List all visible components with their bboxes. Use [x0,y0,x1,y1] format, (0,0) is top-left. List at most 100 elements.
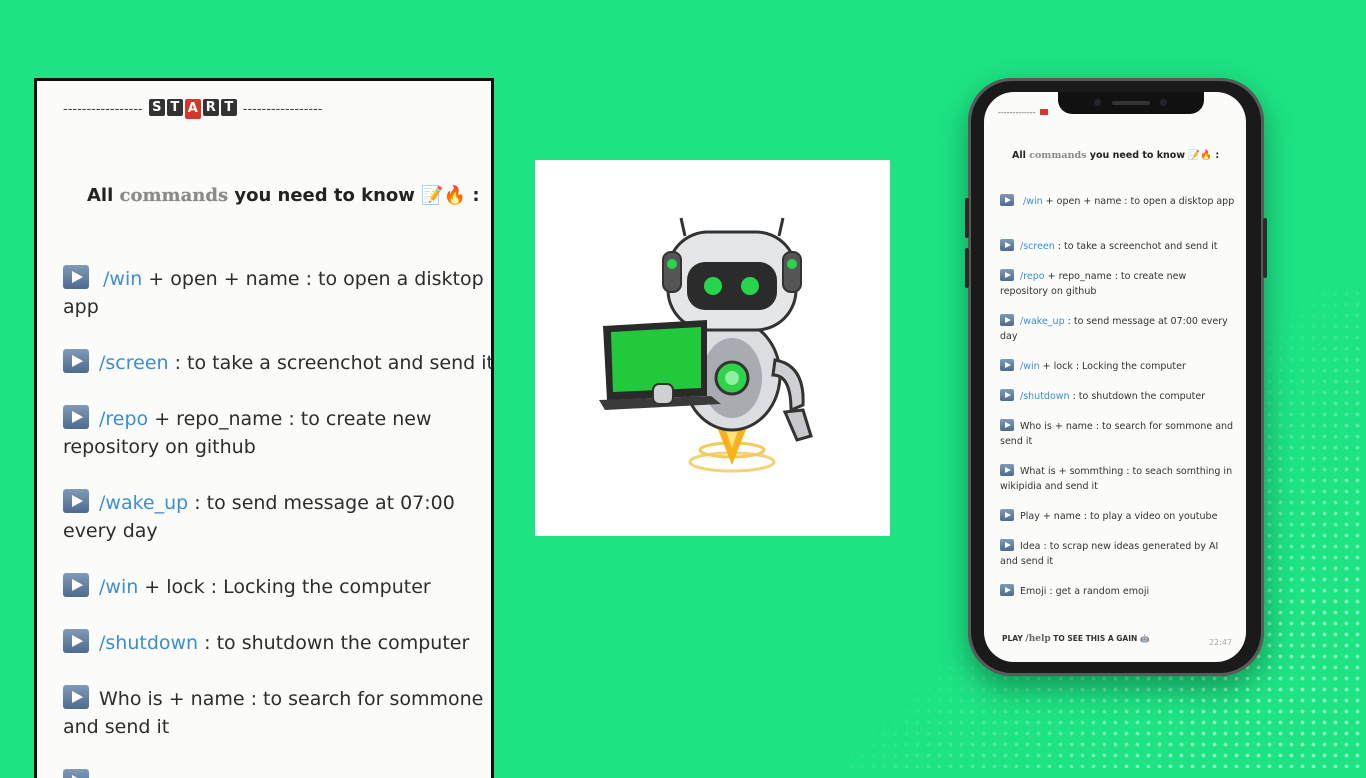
command-description: + open + name : to open a disktop app [1042,196,1235,207]
headline-keyword: commands [1029,150,1087,161]
command-item: /repo + repo_name : to create new reposi… [63,405,491,461]
start-letter: S [148,99,165,116]
command-link[interactable]: /win [1023,196,1043,207]
memo-fire-emoji: 📝🔥 [1188,150,1213,161]
command-item: /shutdown : to shutdown the computer [63,629,491,657]
headline-text: All [87,185,120,206]
play-icon [1000,269,1014,281]
play-icon [63,349,89,373]
play-icon [63,265,89,289]
start-letter: T [166,99,183,116]
camera-icon [1094,99,1101,106]
start-letters: S T A R T [148,99,237,119]
command-description: Idea : to scrap new ideas generated by A… [1000,541,1219,567]
phone-screen[interactable]: ------------- All commands you need to k… [984,92,1246,662]
play-icon [1000,419,1014,431]
play-icon [63,573,89,597]
command-item: What is + sommthing : to seach somthing … [1000,464,1236,494]
play-icon [1000,539,1014,551]
play-icon [1000,359,1014,371]
sensor-icon [1160,99,1167,106]
play-icon [63,769,89,778]
memo-fire-emoji: 📝🔥 [421,185,467,206]
message-timestamp: 22:47 [1208,638,1232,647]
start-letter: A [184,99,201,119]
robot-emoji: 🤖 [1139,634,1150,643]
command-item: /win + lock : Locking the computer [63,573,491,601]
command-item: Who is + name : to search for sommone an… [1000,419,1236,449]
command-item: /repo + repo_name : to create new reposi… [1000,269,1236,299]
phone-mockup: ------------- All commands you need to k… [965,78,1267,676]
start-banner: ------------- [998,108,1048,117]
footer-text: TO SEE THIS A GAIN [1050,634,1138,643]
footer-text: PLAY [1002,634,1026,643]
start-banner: ----------------- S T A R T ------------… [63,99,323,119]
command-link[interactable]: /shutdown [1020,391,1070,402]
play-icon [1000,239,1014,251]
help-command-link[interactable]: /help [1025,634,1050,644]
start-letters-partial [1039,109,1048,115]
command-description: : to shutdown the computer [198,632,470,654]
command-item: /win + lock : Locking the computer [1000,359,1236,374]
play-icon [63,489,89,513]
play-icon [1000,389,1014,401]
command-item: /wake_up : to send message at 07:00 ever… [1000,314,1236,344]
robot-illustration-card [535,160,890,536]
play-icon [1000,584,1014,596]
command-item: /win + open + name : to open a disktop a… [1000,194,1236,209]
command-description: : to shutdown the computer [1069,391,1206,402]
volume-button [965,198,969,238]
command-description: Play + name : to play a video on youtube [1020,511,1218,522]
play-icon [63,405,89,429]
command-link[interactable]: /wake_up [99,492,188,514]
command-link[interactable]: /screen [1020,241,1055,252]
play-icon [1000,464,1014,476]
command-description: : to take a screenchot and send it [168,352,494,374]
headline-text: you need to know [228,185,415,206]
command-link[interactable]: /screen [99,352,169,374]
headline-keyword: commands [119,185,229,206]
start-letter: R [202,99,219,116]
play-icon [1000,509,1014,521]
command-item: /shutdown : to shutdown the computer [1000,389,1236,404]
command-link[interactable]: /wake_up [1020,316,1065,327]
play-icon [63,685,89,709]
command-description: Who is + name : to search for sommone an… [1000,421,1234,447]
command-item: Play + name : to play a video on youtube [1000,509,1236,524]
headline-text: you need to know [1086,150,1186,161]
phone-notch [1058,92,1204,114]
command-item: /wake_up : to send message at 07:00 ever… [63,489,491,545]
command-link[interactable]: /win [103,268,142,290]
play-icon [1000,194,1014,206]
command-item: /screen : to take a screenchot and send … [63,349,494,377]
commands-headline: All commands you need to know 📝🔥 : [1012,150,1219,161]
start-dashes: ------------- [998,108,1036,117]
command-link[interactable]: /shutdown [99,632,198,654]
speaker-grille [1112,101,1150,105]
commands-panel-zoom: ----------------- S T A R T ------------… [34,78,494,778]
play-icon [63,629,89,653]
command-item: Idea : to scrap new ideas generated by A… [1000,539,1236,569]
headline-colon: : [1212,150,1220,161]
command-description: + lock : Locking the computer [138,576,431,598]
command-link[interactable]: /repo [1020,271,1045,282]
play-icon [1000,314,1014,326]
command-link[interactable]: /win [99,576,138,598]
command-description: What is + sommthing : to seach somthing … [1000,466,1233,492]
commands-headline: All commands you need to know 📝🔥 : [87,185,480,206]
command-item: /win + open + name : to open a disktop a… [63,265,491,321]
volume-button [965,248,969,288]
command-link[interactable]: /win [1020,361,1040,372]
command-description: Emoji : get a random emoji [1020,586,1150,597]
command-description: + lock : Locking the computer [1039,361,1186,372]
command-description: Who is + name : to search for sommone an… [63,688,484,738]
command-item: Who is + name : to search for sommone an… [63,685,491,741]
command-item-partial [63,769,491,778]
command-description: : to take a screenchot and send it [1054,241,1218,252]
headline-colon: : [466,185,480,206]
start-dashes-right: ----------------- [242,101,323,117]
power-button [1263,218,1267,278]
start-dashes-left: ----------------- [63,101,143,117]
command-link[interactable]: /repo [99,408,148,430]
help-footer: PLAY /help TO SEE THIS A GAIN 🤖 [1002,634,1149,644]
